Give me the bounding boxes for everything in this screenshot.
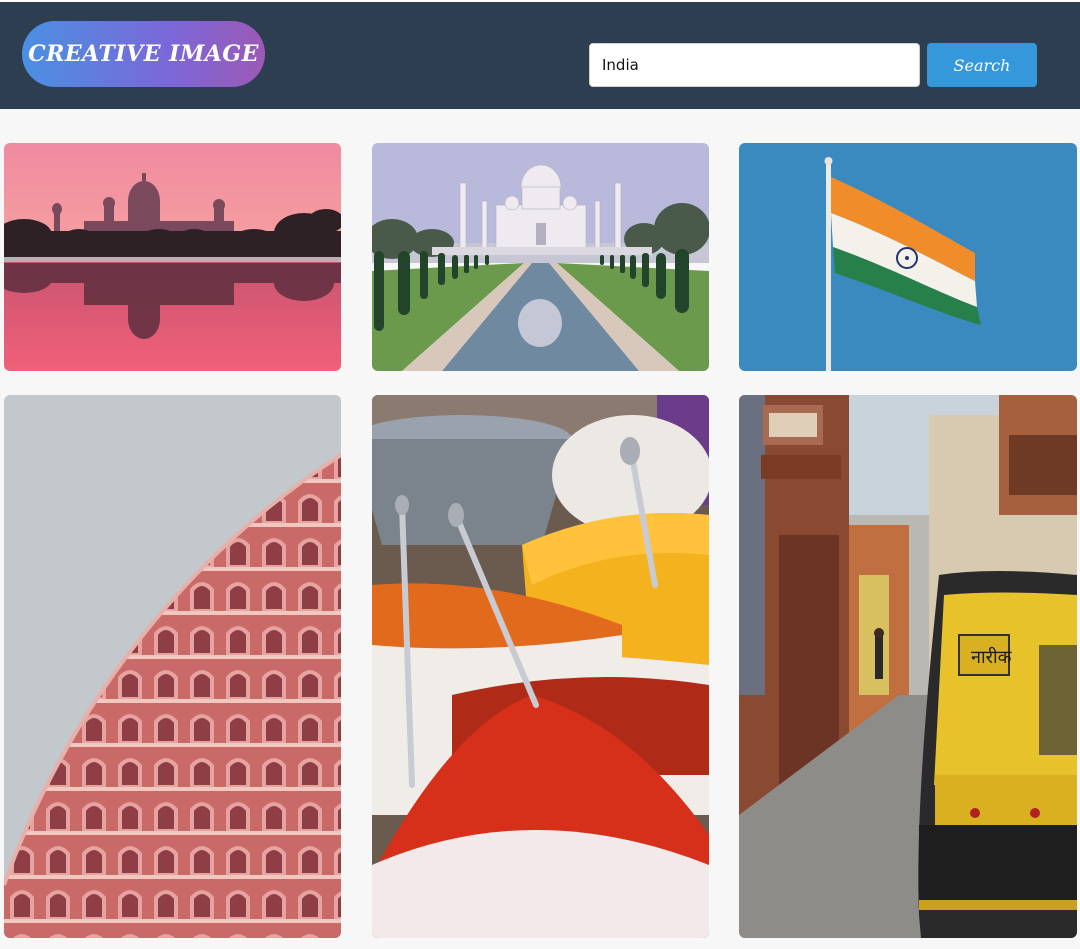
taj-mahal-photo	[372, 143, 709, 371]
rickshaw-sign-text: नारीक	[971, 646, 1013, 668]
gallery-image-hawa-mahal[interactable]	[4, 395, 341, 938]
street-rickshaw-photo: नारीक	[739, 395, 1077, 938]
gallery-image-street-rickshaw[interactable]: नारीक	[739, 395, 1077, 938]
app-header: CREATIVE IMAGE Search	[0, 2, 1080, 109]
search-input[interactable]	[589, 43, 920, 87]
logo[interactable]: CREATIVE IMAGE	[22, 21, 265, 87]
gallery-image-spices[interactable]	[372, 395, 709, 938]
gallery-image-indian-flag[interactable]	[739, 143, 1077, 371]
gallery-image-victoria-memorial[interactable]	[4, 143, 341, 371]
gallery-image-taj-mahal[interactable]	[372, 143, 709, 371]
indian-flag-photo	[739, 143, 1077, 371]
hawa-mahal-photo	[4, 395, 341, 938]
victoria-memorial-photo	[4, 143, 341, 371]
spices-photo	[372, 395, 709, 938]
search-button[interactable]: Search	[927, 43, 1037, 87]
